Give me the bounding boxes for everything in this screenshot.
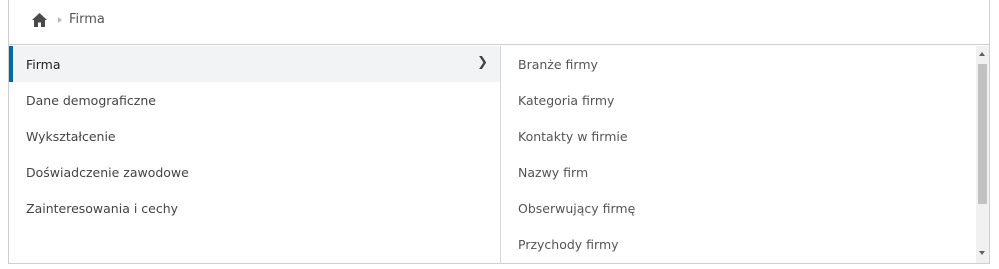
category-item-label: Doświadczenie zawodowe (26, 164, 189, 180)
subcategory-item-label: Obserwujący firmę (518, 200, 636, 216)
home-icon[interactable] (31, 12, 48, 28)
scrollbar-thumb[interactable] (978, 64, 987, 204)
breadcrumb: Firma (9, 0, 989, 45)
category-item-label: Wykształcenie (26, 128, 116, 144)
category-item-zainteresowania-i-cechy[interactable]: Zainteresowania i cechy (9, 190, 500, 226)
category-item-label: Dane demograficzne (26, 92, 156, 108)
subcategory-item-label: Nazwy firm (518, 164, 589, 180)
subcategory-item-label: Branże firmy (518, 56, 598, 72)
category-item-firma[interactable]: Firma ❯ (9, 46, 500, 82)
subcategory-item[interactable]: Przychody firmy (502, 226, 975, 262)
scroll-up-arrow-icon[interactable] (979, 52, 985, 56)
category-item-wyksztalcenie[interactable]: Wykształcenie (9, 118, 500, 154)
category-item-label: Firma (26, 56, 61, 72)
subcategory-item-label: Kategoria firmy (518, 92, 615, 108)
subcategory-list: Branże firmy Kategoria firmy Kontakty w … (502, 46, 975, 264)
category-item-label: Zainteresowania i cechy (26, 200, 179, 216)
subcategory-item[interactable]: Kontakty w firmie (502, 118, 975, 154)
category-list: Firma ❯ Dane demograficzne Wykształcenie… (9, 46, 501, 264)
subcategory-item-label: Przychody firmy (518, 236, 619, 252)
category-item-doswiadczenie-zawodowe[interactable]: Doświadczenie zawodowe (9, 154, 500, 190)
breadcrumb-current: Firma (69, 12, 105, 27)
breadcrumb-separator-icon (58, 17, 62, 23)
chevron-right-icon: ❯ (477, 55, 488, 70)
subcategory-item-label: Kontakty w firmie (518, 128, 628, 144)
scrollbar[interactable] (976, 46, 989, 263)
subcategory-item[interactable]: Obserwujący firmę (502, 190, 975, 226)
subcategory-item[interactable]: Nazwy firm (502, 154, 975, 190)
subcategory-item[interactable]: Branże firmy (502, 46, 975, 82)
facet-selector-panel: Firma Firma ❯ Dane demograficzne Wykszta… (8, 0, 990, 264)
category-item-dane-demograficzne[interactable]: Dane demograficzne (9, 82, 500, 118)
scroll-down-arrow-icon[interactable] (979, 251, 985, 255)
subcategory-item[interactable]: Kategoria firmy (502, 82, 975, 118)
